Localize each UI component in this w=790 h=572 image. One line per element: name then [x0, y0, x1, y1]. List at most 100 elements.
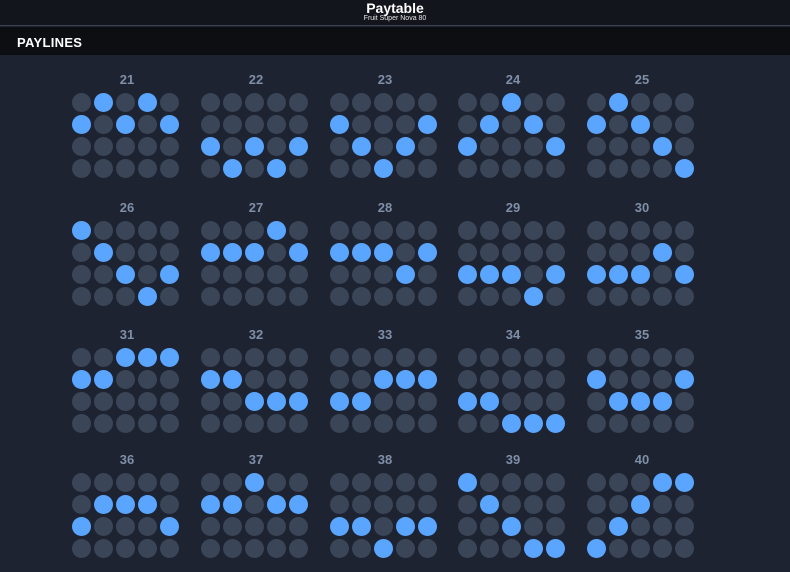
payline-dot: [396, 221, 415, 240]
payline-dot: [160, 137, 179, 156]
payline-dot: [480, 348, 499, 367]
payline-dot: [330, 93, 349, 112]
payline-dot: [609, 221, 628, 240]
payline-card: 23: [330, 73, 440, 183]
payline-dot-active: [631, 115, 650, 134]
payline-dot: [587, 414, 606, 433]
payline-number: 26: [119, 200, 135, 215]
payline-card: 29: [458, 201, 568, 311]
payline-dot: [223, 287, 242, 306]
payline-dot: [330, 221, 349, 240]
payline-dot: [374, 517, 393, 536]
payline-dot-active: [245, 137, 264, 156]
payline-dot: [587, 93, 606, 112]
payline-dot: [330, 414, 349, 433]
payline-dot: [160, 473, 179, 492]
payline-dot: [245, 348, 264, 367]
payline-dot: [330, 348, 349, 367]
payline-dot: [116, 370, 135, 389]
payline-dot: [330, 287, 349, 306]
payline-dot-active: [418, 517, 437, 536]
payline-dot: [458, 517, 477, 536]
payline-dot: [631, 473, 650, 492]
payline-dot: [72, 495, 91, 514]
payline-dot-active: [458, 265, 477, 284]
payline-dot-active: [609, 517, 628, 536]
payline-dot: [458, 539, 477, 558]
payline-dot: [245, 265, 264, 284]
payline-dot-active: [116, 348, 135, 367]
payline-dot: [330, 539, 349, 558]
payline-dot: [502, 159, 521, 178]
payline-dot: [480, 287, 499, 306]
payline-dot-active: [609, 392, 628, 411]
payline-dot: [524, 221, 543, 240]
payline-dot: [418, 159, 437, 178]
payline-dot: [72, 265, 91, 284]
payline-dot-active: [418, 115, 437, 134]
payline-dot-active: [524, 115, 543, 134]
payline-dot: [546, 93, 565, 112]
payline-dot: [223, 539, 242, 558]
payline-dot: [289, 517, 308, 536]
payline-dot: [267, 348, 286, 367]
payline-dot-active: [352, 517, 371, 536]
payline-dot: [138, 370, 157, 389]
payline-dot: [609, 495, 628, 514]
payline-dot: [160, 370, 179, 389]
payline-dot-active: [458, 137, 477, 156]
payline-number: 39: [505, 452, 521, 467]
payline-dot: [458, 221, 477, 240]
payline-dot-active: [289, 137, 308, 156]
payline-dot: [609, 137, 628, 156]
payline-dot: [524, 348, 543, 367]
payline-dot: [546, 115, 565, 134]
payline-dot: [480, 243, 499, 262]
payline-dot: [480, 159, 499, 178]
payline-dot-active: [94, 93, 113, 112]
payline-dot-active: [502, 265, 521, 284]
payline-dot: [524, 137, 543, 156]
payline-dot: [631, 159, 650, 178]
payline-dot: [653, 221, 672, 240]
payline-dot-active: [245, 392, 264, 411]
payline-dot: [587, 473, 606, 492]
payline-dot: [138, 221, 157, 240]
payline-dot: [352, 348, 371, 367]
payline-dot-active: [396, 517, 415, 536]
payline-card: 34: [458, 328, 568, 438]
payline-dot: [609, 539, 628, 558]
payline-dot: [587, 517, 606, 536]
payline-dot: [201, 517, 220, 536]
payline-number: 35: [634, 327, 650, 342]
payline-dot: [289, 348, 308, 367]
payline-dot: [138, 137, 157, 156]
payline-dot: [653, 159, 672, 178]
payline-dot: [138, 115, 157, 134]
payline-dot: [116, 392, 135, 411]
payline-card: 40: [587, 453, 697, 563]
payline-dot: [267, 93, 286, 112]
payline-dot-active: [502, 414, 521, 433]
payline-dot-active: [546, 539, 565, 558]
payline-card: 30: [587, 201, 697, 311]
payline-dot: [245, 159, 264, 178]
payline-dot-active: [289, 495, 308, 514]
payline-dot: [116, 221, 135, 240]
payline-dot: [223, 473, 242, 492]
payline-dot-active: [72, 221, 91, 240]
payline-dot: [631, 137, 650, 156]
payline-dot: [524, 265, 543, 284]
payline-dot: [546, 392, 565, 411]
payline-dot: [94, 517, 113, 536]
payline-dot: [201, 115, 220, 134]
payline-dot: [480, 370, 499, 389]
payline-dot: [374, 115, 393, 134]
payline-dot: [94, 115, 113, 134]
payline-dot: [223, 137, 242, 156]
payline-dot: [418, 348, 437, 367]
payline-dot: [138, 265, 157, 284]
payline-dot-active: [330, 115, 349, 134]
payline-dot: [72, 93, 91, 112]
payline-dot: [72, 473, 91, 492]
